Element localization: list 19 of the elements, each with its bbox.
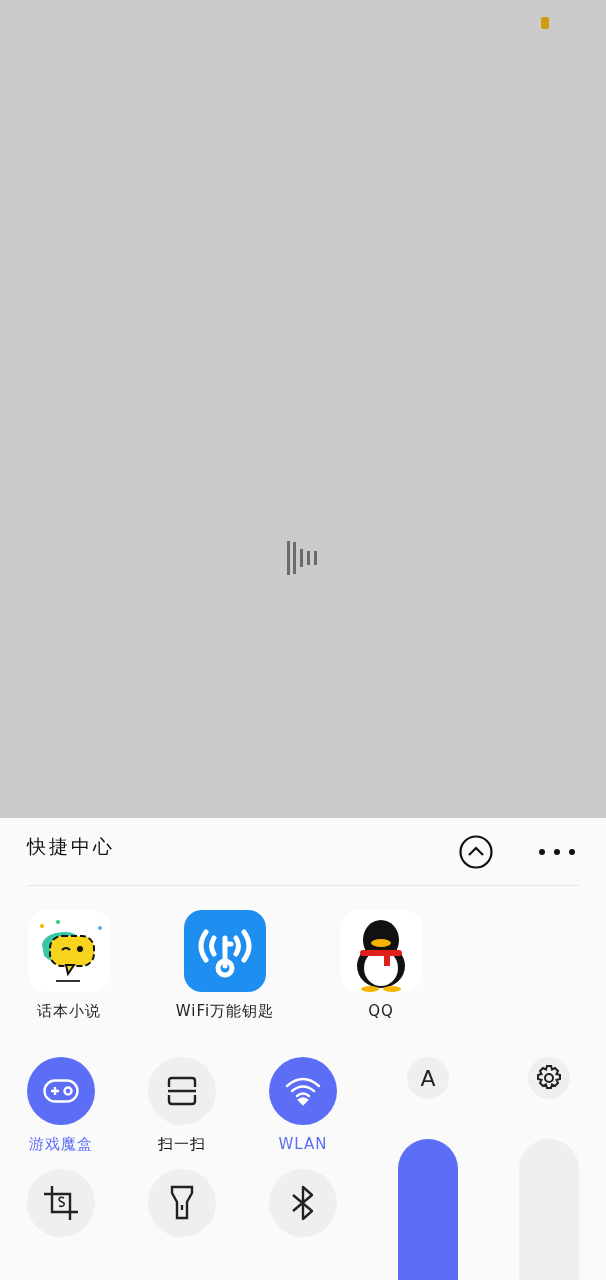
wifi-key-icon[interactable] xyxy=(184,910,266,992)
wifi-icon xyxy=(285,1076,321,1106)
app-label[interactable]: WiFi万能钥匙 xyxy=(175,1002,275,1021)
flashlight-icon xyxy=(170,1185,194,1221)
toggle-label: WLAN xyxy=(278,1135,328,1155)
panel-title: 快捷中心 xyxy=(27,833,116,859)
screenshot-crop-icon xyxy=(43,1185,79,1221)
loading-bars-icon xyxy=(286,540,319,576)
settings-button[interactable] xyxy=(528,1057,570,1099)
gamepad-icon xyxy=(43,1079,79,1103)
scan-icon xyxy=(167,1076,197,1106)
app-label[interactable]: 话本小说 xyxy=(37,1002,101,1021)
settings-icon xyxy=(536,1065,562,1091)
toggle-label: 扫一扫 xyxy=(158,1135,206,1155)
app-label[interactable]: QQ xyxy=(368,1002,394,1020)
bluetooth-icon xyxy=(291,1185,315,1221)
collapse-icon[interactable] xyxy=(459,835,493,869)
auto-brightness-button[interactable]: A xyxy=(407,1057,449,1099)
toggle-label: 游戏魔盒 xyxy=(29,1135,93,1155)
